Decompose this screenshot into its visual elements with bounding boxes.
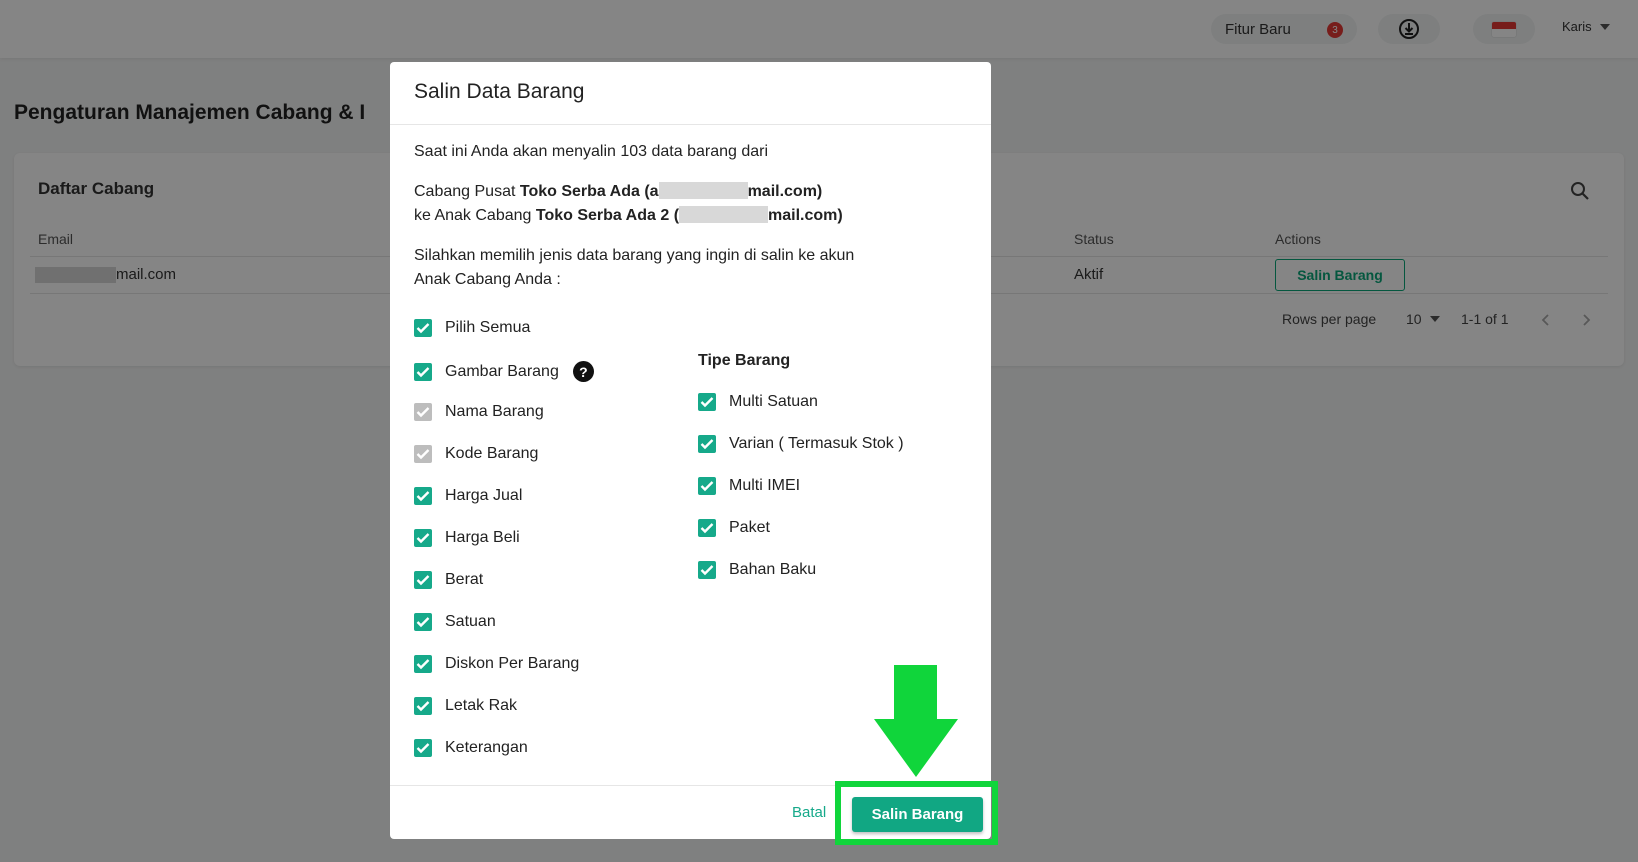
option-label: Satuan	[445, 613, 496, 630]
target-suffix: mail.com)	[768, 207, 843, 224]
redacted-text	[658, 181, 748, 199]
checkbox-checked-icon[interactable]	[698, 519, 716, 537]
redacted-text	[679, 205, 769, 223]
option-satuan[interactable]: Satuan	[414, 613, 496, 631]
option-label: Harga Beli	[445, 529, 520, 546]
option-multi-satuan[interactable]: Multi Satuan	[698, 393, 818, 411]
option-bahan-baku[interactable]: Bahan Baku	[698, 561, 816, 579]
option-label: Letak Rak	[445, 697, 518, 714]
checkbox-checked-icon[interactable]	[698, 393, 716, 411]
source-prefix: Cabang Pusat	[414, 183, 520, 200]
option-label: Gambar Barang	[445, 362, 559, 380]
checkbox-checked-icon[interactable]	[414, 613, 432, 631]
option-label: Keterangan	[445, 739, 528, 756]
checkbox-checked-icon[interactable]	[414, 319, 432, 337]
option-diskon-per-barang[interactable]: Diskon Per Barang	[414, 655, 579, 673]
option-berat[interactable]: Berat	[414, 571, 483, 589]
option-harga-jual[interactable]: Harga Jual	[414, 487, 522, 505]
option-label: Diskon Per Barang	[445, 655, 580, 672]
option-kode-barang: Kode Barang	[414, 445, 538, 463]
option-label: Harga Jual	[445, 487, 523, 504]
source-suffix: mail.com)	[747, 183, 823, 200]
option-gambar-barang[interactable]: Gambar Barang ?	[414, 361, 594, 382]
option-label: Multi Satuan	[729, 393, 818, 410]
option-label: Berat	[445, 571, 484, 588]
checkbox-checked-icon[interactable]	[414, 697, 432, 715]
checkbox-checked-icon[interactable]	[698, 561, 716, 579]
checkbox-checked-icon[interactable]	[414, 571, 432, 589]
option-label: Pilih Semua	[445, 319, 531, 336]
option-harga-beli[interactable]: Harga Beli	[414, 529, 520, 547]
checkbox-checked-icon[interactable]	[414, 362, 432, 381]
instruction-line-1: Silahkan memilih jenis data barang yang …	[414, 247, 855, 264]
checkbox-checked-icon[interactable]	[698, 477, 716, 495]
option-label: Kode Barang	[445, 445, 539, 462]
divider	[390, 124, 991, 125]
option-label: Varian ( Termasuk Stok )	[729, 435, 904, 452]
arrow-down-icon	[874, 665, 958, 777]
checkbox-checked-icon[interactable]	[414, 529, 432, 547]
option-varian[interactable]: Varian ( Termasuk Stok )	[698, 435, 904, 453]
option-label: Bahan Baku	[729, 561, 817, 578]
option-pilih-semua[interactable]: Pilih Semua	[414, 319, 530, 337]
checkbox-checked-icon[interactable]	[414, 739, 432, 757]
target-name: Toko Serba Ada 2 (	[535, 207, 680, 224]
option-multi-imei[interactable]: Multi IMEI	[698, 477, 800, 495]
option-nama-barang: Nama Barang	[414, 403, 544, 421]
checkbox-checked-icon[interactable]	[698, 435, 716, 453]
checkbox-disabled-icon	[414, 445, 432, 463]
checkbox-disabled-icon	[414, 403, 432, 421]
checkbox-checked-icon[interactable]	[414, 487, 432, 505]
option-keterangan[interactable]: Keterangan	[414, 739, 528, 757]
help-icon[interactable]: ?	[572, 361, 594, 382]
option-letak-rak[interactable]: Letak Rak	[414, 697, 517, 715]
option-label: Nama Barang	[445, 403, 544, 420]
option-label: Paket	[729, 519, 770, 536]
dialog-title: Salin Data Barang	[414, 80, 585, 103]
option-label: Multi IMEI	[729, 477, 801, 494]
cancel-button[interactable]: Batal	[792, 804, 826, 821]
option-paket[interactable]: Paket	[698, 519, 770, 537]
salin-barang-button[interactable]: Salin Barang	[852, 797, 983, 832]
instruction-line-2: Anak Cabang Anda :	[414, 271, 561, 288]
target-branch-text: ke Anak Cabang Toko Serba Ada 2 ( mail.co…	[414, 204, 843, 228]
intro-text: Saat ini Anda akan menyalin 103 data bar…	[414, 143, 769, 160]
target-prefix: ke Anak Cabang	[414, 207, 536, 224]
source-branch-text: Cabang Pusat Toko Serba Ada (a mail.com)	[414, 180, 822, 204]
tipe-barang-heading: Tipe Barang	[698, 352, 791, 369]
checkbox-checked-icon[interactable]	[414, 655, 432, 673]
source-name: Toko Serba Ada (a	[519, 183, 659, 200]
